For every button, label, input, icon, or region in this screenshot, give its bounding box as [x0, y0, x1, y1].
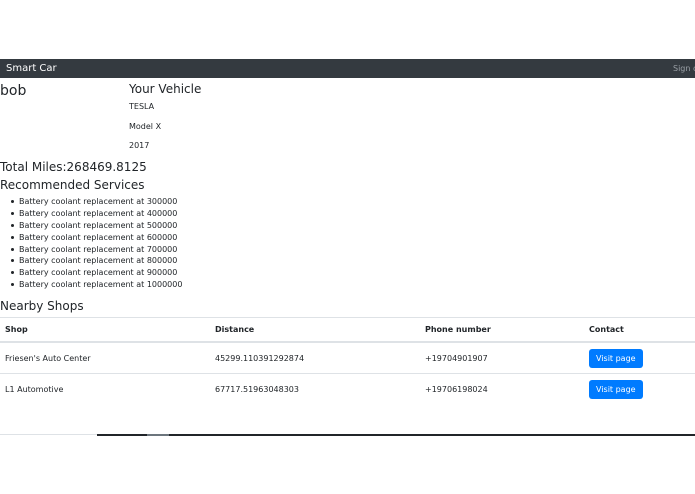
table-row: L1 Automotive 67717.51963048303 +1970619… — [0, 373, 695, 404]
sign-out-link[interactable]: Sign out — [673, 63, 695, 74]
vehicle-make: TESLA — [129, 102, 155, 111]
total-miles-label: Total Miles: — [0, 160, 67, 174]
services-list: Battery coolant replacement at 300000 Ba… — [0, 196, 182, 291]
visit-page-button[interactable]: Visit page — [589, 379, 643, 399]
shop-name: L1 Automotive — [0, 373, 210, 404]
table-row: Friesen's Auto Center 45299.110391292874… — [0, 341, 695, 374]
service-item: Battery coolant replacement at 600000 — [0, 232, 182, 244]
visit-page-button[interactable]: Visit page — [589, 348, 643, 368]
service-item: Battery coolant replacement at 500000 — [0, 220, 182, 232]
horizontal-scrollbar-thumb[interactable] — [147, 434, 169, 436]
service-item: Battery coolant replacement at 700000 — [0, 244, 182, 256]
total-miles-value: 268469.8125 — [66, 160, 147, 174]
shop-contact: Visit page — [584, 341, 695, 374]
column-header-distance: Distance — [210, 317, 420, 343]
horizontal-scrollbar-track[interactable] — [97, 434, 695, 436]
shop-name: Friesen's Auto Center — [0, 341, 210, 374]
total-miles: Total Miles:268469.8125 — [0, 159, 147, 175]
service-item: Battery coolant replacement at 900000 — [0, 267, 182, 279]
service-item: Battery coolant replacement at 300000 — [0, 196, 182, 208]
shop-distance: 67717.51963048303 — [210, 373, 420, 404]
services-heading: Recommended Services — [0, 178, 145, 192]
vehicle-model: Model X — [129, 122, 162, 131]
shop-distance: 45299.110391292874 — [210, 341, 420, 374]
column-header-phone: Phone number — [420, 317, 584, 343]
navbar: Smart Car Sign out — [0, 59, 695, 78]
service-item: Battery coolant replacement at 1000000 — [0, 279, 182, 291]
service-item: Battery coolant replacement at 800000 — [0, 255, 182, 267]
shop-phone: +19704901907 — [420, 341, 584, 374]
service-item: Battery coolant replacement at 400000 — [0, 208, 182, 220]
user-name: bob — [0, 83, 27, 99]
vehicle-heading: Your Vehicle — [129, 82, 202, 96]
table-header-row: Shop Distance Phone number Contact — [0, 317, 695, 343]
shop-phone: +19706198024 — [420, 373, 584, 404]
column-header-shop: Shop — [0, 317, 210, 343]
column-header-contact: Contact — [584, 317, 695, 343]
shops-table: Shop Distance Phone number Contact Fries… — [0, 317, 695, 404]
navbar-brand[interactable]: Smart Car — [6, 62, 57, 75]
shop-contact: Visit page — [584, 373, 695, 404]
vehicle-year: 2017 — [129, 141, 150, 150]
shops-heading: Nearby Shops — [0, 299, 84, 313]
